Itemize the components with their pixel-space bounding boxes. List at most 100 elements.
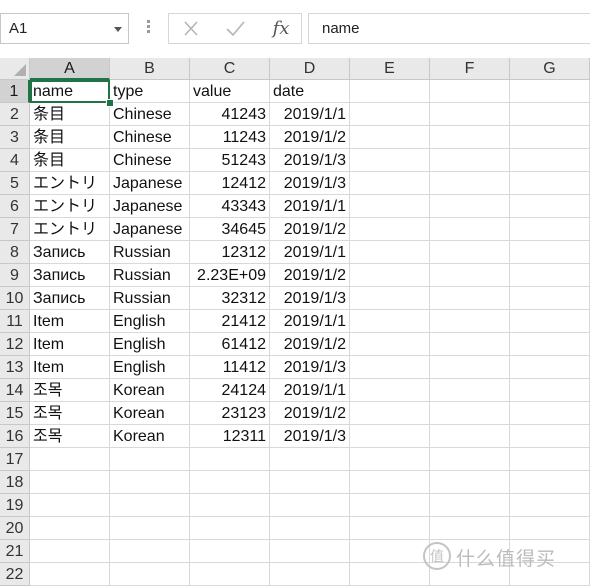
cell-g14[interactable]	[510, 379, 590, 402]
cell-c19[interactable]	[190, 494, 270, 517]
cell-g20[interactable]	[510, 517, 590, 540]
cell-b11[interactable]: English	[110, 310, 190, 333]
cell-f18[interactable]	[430, 471, 510, 494]
checkmark-icon[interactable]	[215, 14, 255, 43]
cell-f9[interactable]	[430, 264, 510, 287]
cell-g13[interactable]	[510, 356, 590, 379]
cell-g9[interactable]	[510, 264, 590, 287]
row-header-1[interactable]: 1	[0, 80, 30, 103]
cell-e2[interactable]	[350, 103, 430, 126]
cell-a18[interactable]	[30, 471, 110, 494]
cell-e15[interactable]	[350, 402, 430, 425]
cell-d18[interactable]	[270, 471, 350, 494]
cell-e20[interactable]	[350, 517, 430, 540]
cell-e10[interactable]	[350, 287, 430, 310]
cell-f17[interactable]	[430, 448, 510, 471]
cell-d2[interactable]: 2019/1/1	[270, 103, 350, 126]
cell-d20[interactable]	[270, 517, 350, 540]
cell-c17[interactable]	[190, 448, 270, 471]
cell-c21[interactable]	[190, 540, 270, 563]
cell-f6[interactable]	[430, 195, 510, 218]
cell-b12[interactable]: English	[110, 333, 190, 356]
column-header-e[interactable]: E	[350, 58, 430, 80]
row-header-16[interactable]: 16	[0, 425, 30, 448]
row-header-18[interactable]: 18	[0, 471, 30, 494]
cell-g15[interactable]	[510, 402, 590, 425]
cell-g19[interactable]	[510, 494, 590, 517]
cell-g12[interactable]	[510, 333, 590, 356]
cell-b10[interactable]: Russian	[110, 287, 190, 310]
cell-f8[interactable]	[430, 241, 510, 264]
cell-a13[interactable]: Item	[30, 356, 110, 379]
cell-a16[interactable]: 조목	[30, 425, 110, 448]
cell-g8[interactable]	[510, 241, 590, 264]
cell-d10[interactable]: 2019/1/3	[270, 287, 350, 310]
cell-d17[interactable]	[270, 448, 350, 471]
cell-g16[interactable]	[510, 425, 590, 448]
fill-handle[interactable]	[106, 99, 114, 107]
row-header-17[interactable]: 17	[0, 448, 30, 471]
row-header-9[interactable]: 9	[0, 264, 30, 287]
cell-b17[interactable]	[110, 448, 190, 471]
cell-c9[interactable]: 2.23E+09	[190, 264, 270, 287]
column-header-c[interactable]: C	[190, 58, 270, 80]
cell-g1[interactable]	[510, 80, 590, 103]
cell-f15[interactable]	[430, 402, 510, 425]
formula-input[interactable]: name	[308, 13, 590, 44]
row-header-15[interactable]: 15	[0, 402, 30, 425]
column-header-d[interactable]: D	[270, 58, 350, 80]
cell-g4[interactable]	[510, 149, 590, 172]
cell-b6[interactable]: Japanese	[110, 195, 190, 218]
row-header-12[interactable]: 12	[0, 333, 30, 356]
cell-g3[interactable]	[510, 126, 590, 149]
row-header-4[interactable]: 4	[0, 149, 30, 172]
cell-d9[interactable]: 2019/1/2	[270, 264, 350, 287]
cell-f11[interactable]	[430, 310, 510, 333]
cell-a2[interactable]: 条目	[30, 103, 110, 126]
cell-a4[interactable]: 条目	[30, 149, 110, 172]
cell-f13[interactable]	[430, 356, 510, 379]
cell-b20[interactable]	[110, 517, 190, 540]
cell-c14[interactable]: 24124	[190, 379, 270, 402]
cell-b2[interactable]: Chinese	[110, 103, 190, 126]
cell-d12[interactable]: 2019/1/2	[270, 333, 350, 356]
cell-f20[interactable]	[430, 517, 510, 540]
cell-e14[interactable]	[350, 379, 430, 402]
row-header-3[interactable]: 3	[0, 126, 30, 149]
cell-d6[interactable]: 2019/1/1	[270, 195, 350, 218]
row-header-5[interactable]: 5	[0, 172, 30, 195]
row-header-8[interactable]: 8	[0, 241, 30, 264]
column-header-f[interactable]: F	[430, 58, 510, 80]
row-header-7[interactable]: 7	[0, 218, 30, 241]
cell-b15[interactable]: Korean	[110, 402, 190, 425]
row-header-10[interactable]: 10	[0, 287, 30, 310]
select-all-button[interactable]	[0, 58, 30, 80]
cell-b3[interactable]: Chinese	[110, 126, 190, 149]
cell-a19[interactable]	[30, 494, 110, 517]
cell-d13[interactable]: 2019/1/3	[270, 356, 350, 379]
cancel-x-icon[interactable]	[171, 14, 211, 43]
cell-e12[interactable]	[350, 333, 430, 356]
row-header-6[interactable]: 6	[0, 195, 30, 218]
row-header-13[interactable]: 13	[0, 356, 30, 379]
chevron-down-icon[interactable]	[114, 27, 122, 32]
cell-g17[interactable]	[510, 448, 590, 471]
cell-d7[interactable]: 2019/1/2	[270, 218, 350, 241]
cell-g5[interactable]	[510, 172, 590, 195]
cell-e18[interactable]	[350, 471, 430, 494]
cell-c4[interactable]: 51243	[190, 149, 270, 172]
cell-f19[interactable]	[430, 494, 510, 517]
cell-e7[interactable]	[350, 218, 430, 241]
cell-b9[interactable]: Russian	[110, 264, 190, 287]
cell-g6[interactable]	[510, 195, 590, 218]
cell-a15[interactable]: 조목	[30, 402, 110, 425]
cell-a21[interactable]	[30, 540, 110, 563]
cell-e9[interactable]	[350, 264, 430, 287]
cell-f10[interactable]	[430, 287, 510, 310]
cell-b16[interactable]: Korean	[110, 425, 190, 448]
cell-g18[interactable]	[510, 471, 590, 494]
cell-c13[interactable]: 11412	[190, 356, 270, 379]
column-header-a[interactable]: A	[30, 58, 110, 80]
cell-d5[interactable]: 2019/1/3	[270, 172, 350, 195]
cell-f1[interactable]	[430, 80, 510, 103]
